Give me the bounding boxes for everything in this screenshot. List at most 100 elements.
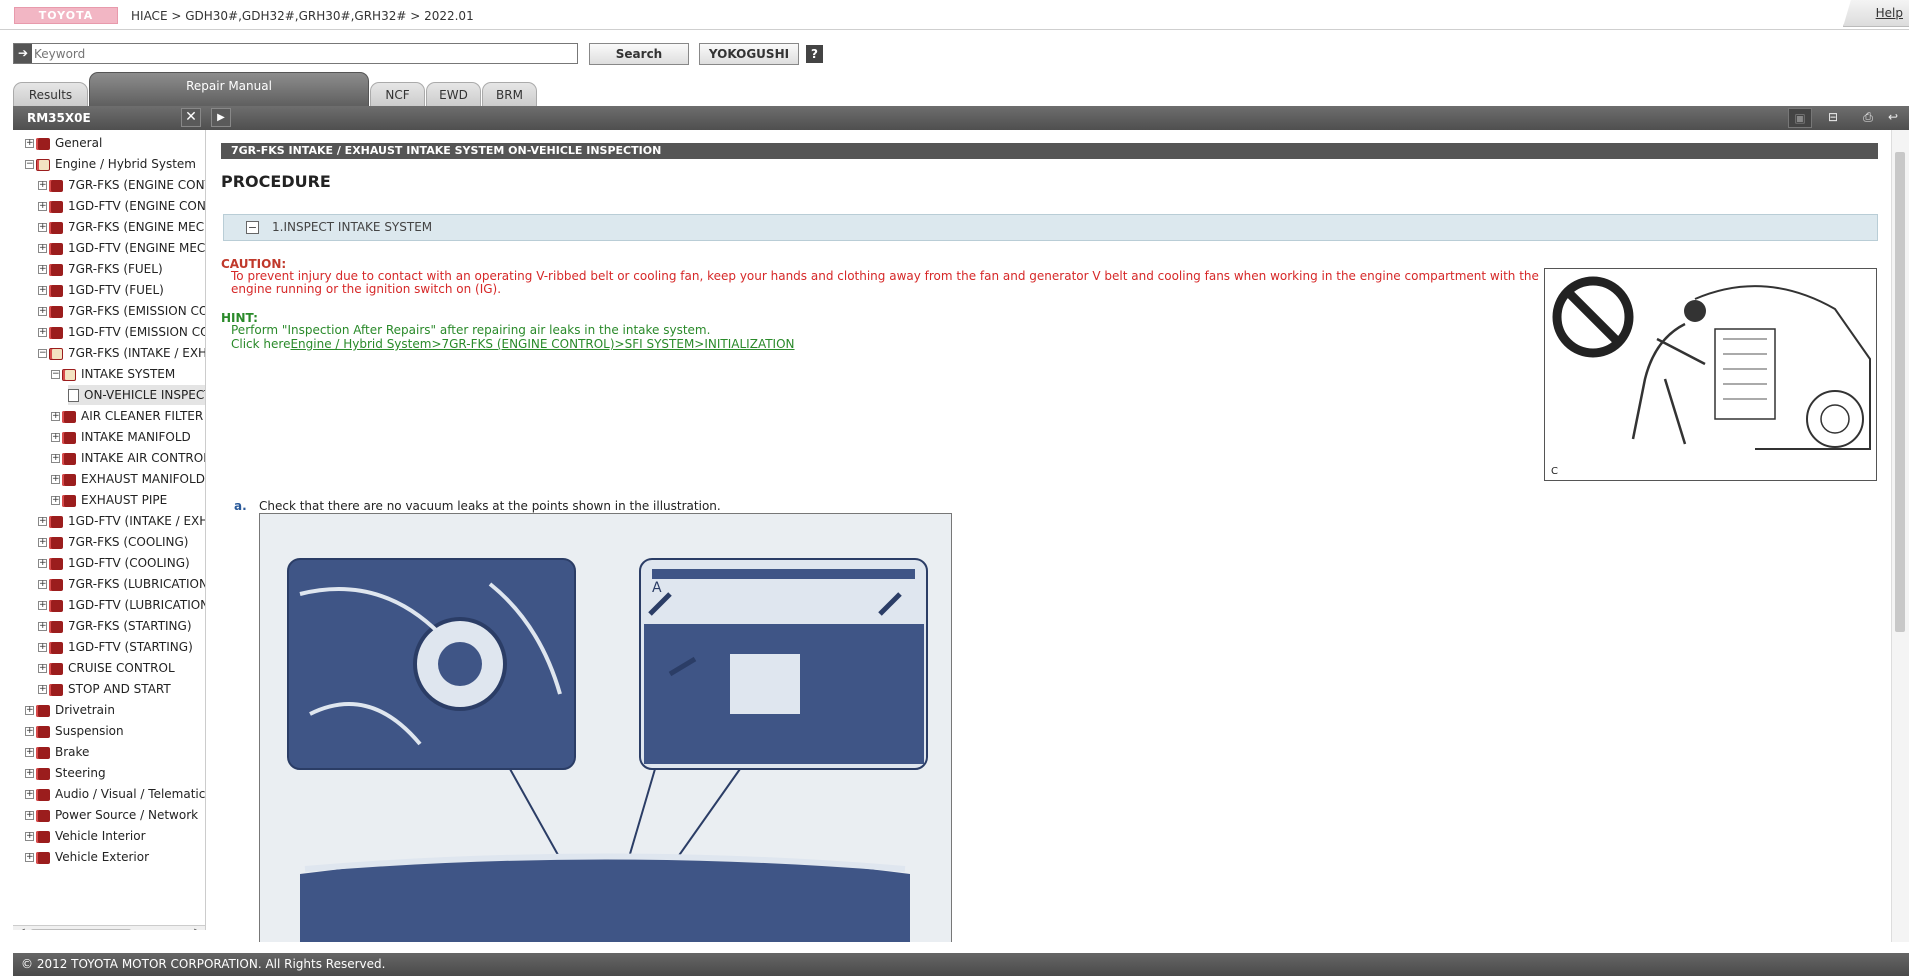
full-view-icon[interactable]: ▣ (1788, 108, 1812, 128)
expand-icon[interactable]: + (51, 454, 60, 463)
back-icon[interactable]: ↩ (1881, 108, 1905, 128)
expand-icon[interactable]: + (38, 601, 47, 610)
tab-results[interactable]: Results (13, 82, 88, 106)
expand-icon[interactable]: + (51, 475, 60, 484)
caution-illustration: C (1544, 268, 1877, 481)
hint-link[interactable]: Engine / Hybrid System>7GR-FKS (ENGINE C… (290, 337, 794, 351)
tree-item[interactable]: +1GD-FTV (STARTING) (38, 637, 193, 657)
tree-horizontal-scrollbar[interactable]: ◀ ▶ (13, 925, 205, 930)
tab-brm[interactable]: BRM (482, 82, 537, 106)
expand-icon[interactable]: + (38, 286, 47, 295)
tree-item[interactable]: + EXHAUST MANIFOLD (51, 469, 205, 489)
tree-item-engine[interactable]: − Engine / Hybrid System (25, 154, 196, 174)
tree-item[interactable]: +7GR-FKS (FUEL) (38, 259, 163, 279)
expand-icon[interactable]: + (25, 139, 34, 148)
tree-item[interactable]: + CRUISE CONTROL (38, 658, 175, 678)
tree-item[interactable]: +7GR-FKS (ENGINE CONTROL) (38, 175, 205, 195)
tree-item[interactable]: +1GD-FTV (ENGINE MECHANICAL) (38, 238, 205, 258)
tree-item-on-vehicle-inspection[interactable]: ON-VEHICLE INSPECTION (68, 385, 205, 405)
scroll-thumb[interactable] (31, 929, 131, 930)
print-icon[interactable]: ⎙ (1856, 108, 1880, 128)
collapse-all-icon[interactable]: ⊟ (1821, 108, 1845, 128)
expand-icon[interactable]: + (38, 622, 47, 631)
expand-icon[interactable]: + (38, 223, 47, 232)
book-icon (36, 137, 50, 150)
tree-item-general[interactable]: + General (25, 133, 102, 153)
tree-item-steering[interactable]: + Steering (25, 763, 106, 783)
expand-icon[interactable]: + (51, 433, 60, 442)
search-button[interactable]: Search (589, 43, 689, 65)
open-book-icon (36, 158, 50, 171)
expand-icon[interactable]: + (25, 769, 34, 778)
collapse-section-icon[interactable]: − (246, 221, 259, 234)
scroll-thumb[interactable] (1895, 152, 1905, 632)
expand-icon[interactable]: + (38, 265, 47, 274)
expand-icon[interactable]: + (38, 244, 47, 253)
expand-icon[interactable]: + (25, 832, 34, 841)
expand-icon[interactable]: + (51, 412, 60, 421)
tree-item-vehicle-exterior[interactable]: + Vehicle Exterior (25, 847, 149, 867)
tree-item[interactable]: + INTAKE AIR CONTROL (51, 448, 205, 468)
tree-item[interactable]: +1GD-FTV (EMISSION CONTROL) (38, 322, 205, 342)
page-title: 7GR-FKS INTAKE / EXHAUST INTAKE SYSTEM O… (221, 143, 1878, 159)
tree-item[interactable]: + STOP AND START (38, 679, 171, 699)
expand-icon[interactable]: + (38, 685, 47, 694)
tree-item[interactable]: +7GR-FKS (COOLING) (38, 532, 188, 552)
expand-icon[interactable]: + (38, 538, 47, 547)
tab-ewd[interactable]: EWD (426, 82, 481, 106)
tree-item[interactable]: +1GD-FTV (COOLING) (38, 553, 190, 573)
expand-icon[interactable]: + (38, 307, 47, 316)
expand-icon[interactable]: + (38, 664, 47, 673)
tree-item-drivetrain[interactable]: + Drivetrain (25, 700, 115, 720)
collapse-icon[interactable]: − (51, 370, 60, 379)
tree-item-brake[interactable]: + Brake (25, 742, 89, 762)
tree-item[interactable]: +7GR-FKS (EMISSION CONTROL) (38, 301, 205, 321)
expand-icon[interactable]: + (38, 517, 47, 526)
collapse-icon[interactable]: − (25, 160, 34, 169)
expand-icon[interactable]: + (25, 727, 34, 736)
expand-icon[interactable]: + (25, 811, 34, 820)
expand-icon[interactable]: + (25, 748, 34, 757)
expand-icon[interactable]: + (38, 643, 47, 652)
help-link[interactable]: Help (1876, 6, 1903, 20)
expand-icon[interactable]: + (38, 559, 47, 568)
tree-item-vehicle-interior[interactable]: + Vehicle Interior (25, 826, 146, 846)
navigation-tree: + General − Engine / Hybrid System +7GR-FK… (13, 130, 206, 930)
tree-item[interactable]: +1GD-FTV (LUBRICATION) (38, 595, 205, 615)
expand-icon[interactable]: + (25, 853, 34, 862)
expand-icon[interactable]: + (38, 580, 47, 589)
content-vertical-scrollbar[interactable] (1891, 130, 1909, 942)
tab-repair-manual[interactable]: Repair Manual (89, 72, 369, 106)
keyword-input[interactable] (34, 45, 574, 62)
help-question-button[interactable]: ? (806, 45, 823, 63)
close-tree-button[interactable]: ✕ (181, 108, 201, 127)
tree-item[interactable]: +7GR-FKS (LUBRICATION) (38, 574, 205, 594)
tree-item-intake-system[interactable]: − INTAKE SYSTEM (51, 364, 175, 384)
expand-panel-button[interactable]: ▶ (211, 108, 231, 127)
tab-ncf[interactable]: NCF (370, 82, 425, 106)
expand-icon[interactable]: + (25, 706, 34, 715)
tree-item[interactable]: + EXHAUST PIPE (51, 490, 167, 510)
tree-item[interactable]: + AIR CLEANER FILTER (51, 406, 203, 426)
tree-item-audio-visual[interactable]: + Audio / Visual / Telematics (25, 784, 205, 804)
tree-item[interactable]: +1GD-FTV (FUEL) (38, 280, 164, 300)
tree-item-suspension[interactable]: + Suspension (25, 721, 124, 741)
expand-icon[interactable]: + (25, 790, 34, 799)
tree-item[interactable]: +7GR-FKS (STARTING) (38, 616, 192, 636)
tree-item-intake-exhaust[interactable]: −7GR-FKS (INTAKE / EXHAUST) (38, 343, 205, 363)
expand-icon[interactable]: + (38, 181, 47, 190)
scroll-left-icon[interactable]: ◀ (17, 927, 25, 930)
section-header[interactable]: − 1.INSPECT INTAKE SYSTEM (223, 214, 1878, 241)
yokogushi-button[interactable]: YOKOGUSHI (699, 43, 799, 65)
tree-item[interactable]: + INTAKE MANIFOLD (51, 427, 191, 447)
scroll-right-icon[interactable]: ▶ (194, 927, 202, 930)
tree-item-power-source[interactable]: + Power Source / Network (25, 805, 198, 825)
expand-icon[interactable]: + (38, 202, 47, 211)
book-icon (49, 557, 63, 570)
tree-item[interactable]: +7GR-FKS (ENGINE MECHANICAL) (38, 217, 205, 237)
tree-item[interactable]: +1GD-FTV (INTAKE / EXHAUST) (38, 511, 205, 531)
collapse-icon[interactable]: − (38, 349, 47, 358)
expand-icon[interactable]: + (51, 496, 60, 505)
tree-item[interactable]: +1GD-FTV (ENGINE CONTROL) (38, 196, 205, 216)
expand-icon[interactable]: + (38, 328, 47, 337)
